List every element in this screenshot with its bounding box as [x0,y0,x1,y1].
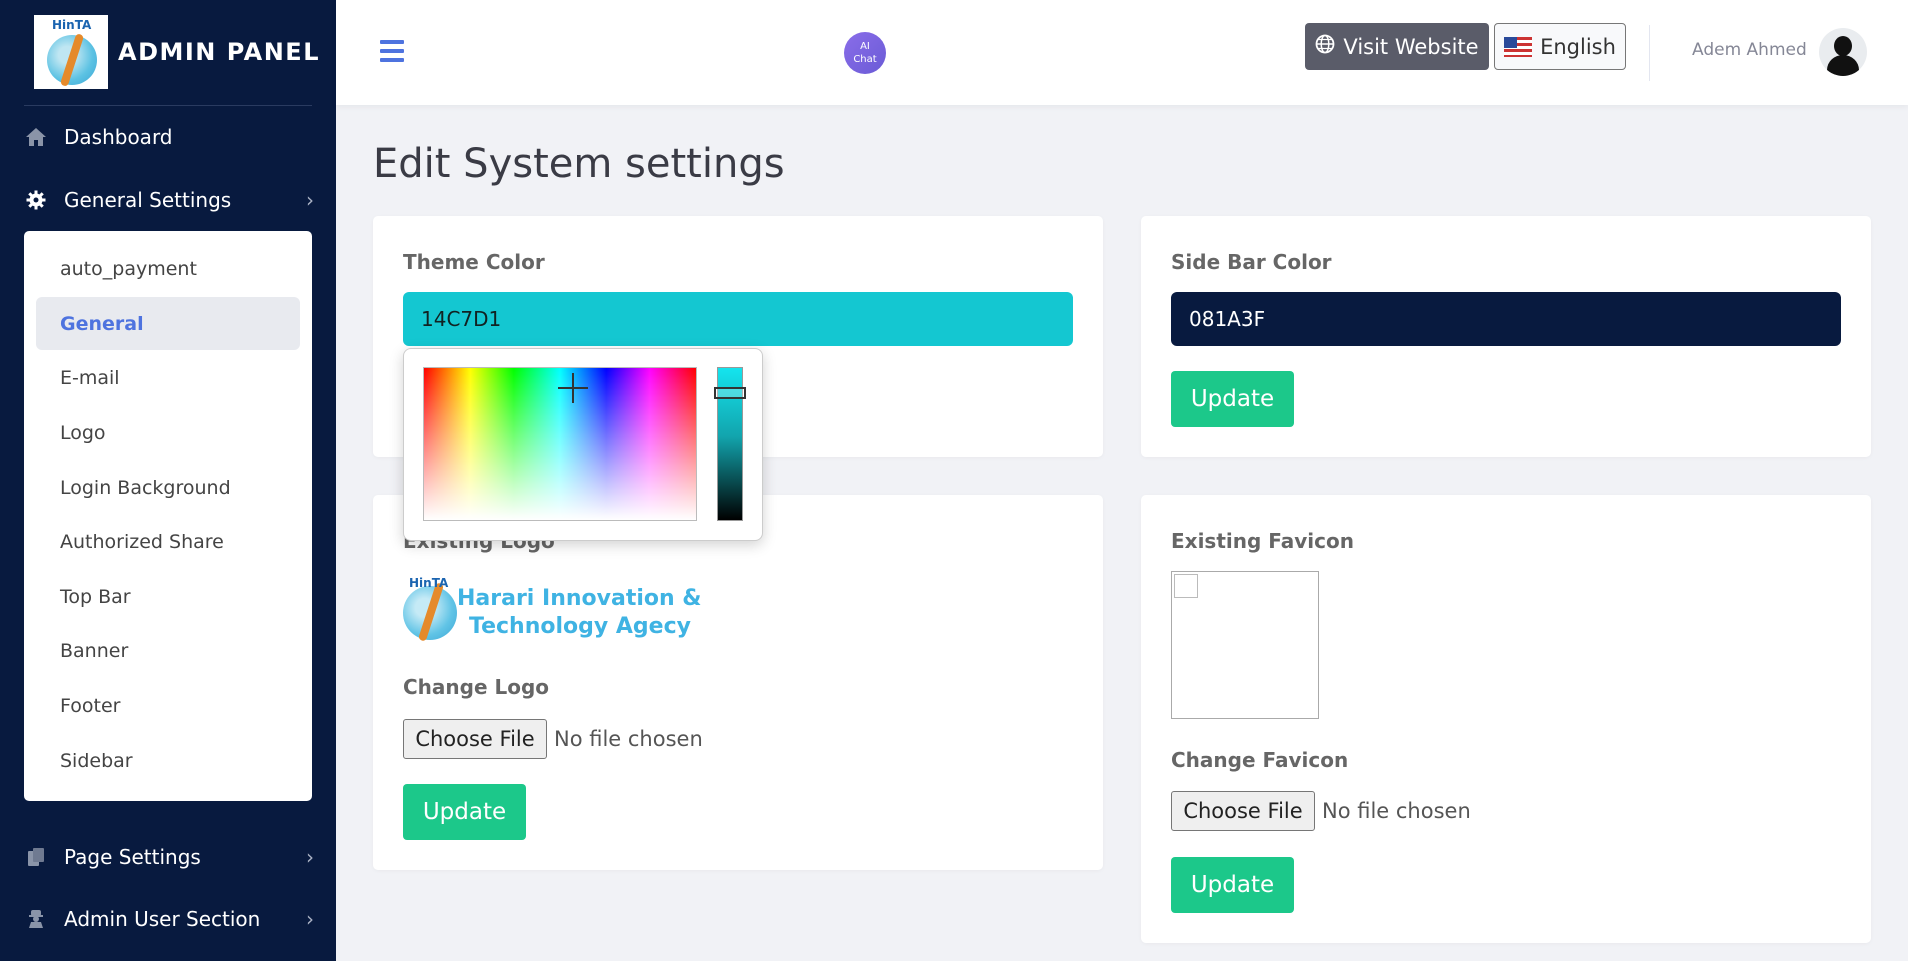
sidebar-item-label: Page Settings [64,845,201,869]
favicon-file-input[interactable]: Choose File No file chosen [1171,791,1471,831]
globe-icon [1315,34,1335,59]
sidebar-item-label: General Settings [64,188,232,212]
logo-text-line1: Harari Innovation & [457,586,702,611]
logo-card: Existing Logo Change Logo Choose File No… [373,495,1103,870]
brand-logo-text: HinTA [52,18,92,32]
logo-text-line2: Technology Agecy [469,614,691,639]
sidebar: HinTA ADMIN PANEL Dashboard General Sett… [0,0,336,961]
chevron-right-icon: › [306,907,314,931]
logo-update-button[interactable]: Update [403,784,526,840]
submenu-general-settings: auto_payment General E-mail Logo Login B… [24,231,312,801]
brand[interactable]: HinTA ADMIN PANEL [34,15,320,89]
no-file-text: No file chosen [1322,799,1471,823]
home-icon [24,125,48,149]
submenu-item-sidebar[interactable]: Sidebar [36,734,300,787]
chevron-right-icon: › [306,845,314,869]
sidebar-color-label: Side Bar Color [1171,250,1332,274]
submenu-item-login-background[interactable]: Login Background [36,461,300,514]
sidebar-item-general-settings[interactable]: General Settings › [24,180,314,220]
sidebar-item-dashboard[interactable]: Dashboard [24,117,314,157]
visit-website-button[interactable]: Visit Website [1305,23,1489,70]
hue-slider-handle[interactable] [714,387,746,399]
sidebar-item-admin-user-section[interactable]: Admin User Section › [24,899,314,939]
favicon-update-button[interactable]: Update [1171,857,1294,913]
existing-favicon-label: Existing Favicon [1171,529,1354,553]
favicon-image-broken [1171,571,1319,719]
topbar: AI Chat Visit Website English Adem Ahmed [336,0,1908,105]
ai-chat-button[interactable]: AI Chat [844,32,886,74]
page-title: Edit System settings [373,141,785,187]
sidebar-color-input[interactable]: 081A3F [1171,292,1841,346]
avatar[interactable] [1819,28,1867,76]
existing-logo-image: HinTA Harari Innovation & Technology Age… [403,576,723,646]
copy-icon [24,845,48,869]
change-logo-label: Change Logo [403,675,550,699]
color-picker-popup [403,348,763,541]
menu-toggle-icon[interactable] [380,40,404,62]
submenu-item-footer[interactable]: Footer [36,679,300,732]
theme-color-label: Theme Color [403,250,545,274]
sidebar-item-label: Dashboard [64,125,173,149]
brand-logo: HinTA [34,15,108,89]
user-secret-icon [24,907,48,931]
no-file-text: No file chosen [554,727,703,751]
choose-file-button[interactable]: Choose File [1171,791,1315,831]
favicon-card: Existing Favicon Change Favicon Choose F… [1141,495,1871,943]
sidebar-item-page-settings[interactable]: Page Settings › [24,837,314,877]
choose-file-button[interactable]: Choose File [403,719,547,759]
language-label: English [1540,34,1616,59]
submenu-item-general[interactable]: General [36,297,300,350]
sidebar-color-update-button[interactable]: Update [1171,371,1294,427]
logo-file-input[interactable]: Choose File No file chosen [403,719,703,759]
brand-title: ADMIN PANEL [118,38,320,66]
us-flag-icon [1504,36,1533,57]
topbar-divider [1649,25,1650,81]
ai-chat-label-line2: Chat [853,54,877,65]
theme-color-input[interactable]: 14C7D1 [403,292,1073,346]
sidebar-divider [24,105,312,106]
visit-website-label: Visit Website [1343,34,1479,59]
logo-mark-text: HinTA [409,576,449,590]
submenu-item-top-bar[interactable]: Top Bar [36,570,300,623]
sidebar-color-card: Side Bar Color 081A3F Update [1141,216,1871,457]
submenu-item-authorized-share[interactable]: Authorized Share [36,515,300,568]
submenu-item-auto-payment[interactable]: auto_payment [36,242,300,295]
sidebar-item-label: Admin User Section [64,907,261,931]
language-selector[interactable]: English [1494,23,1626,70]
submenu-item-banner[interactable]: Banner [36,624,300,677]
ai-chat-label-line1: AI [860,41,870,52]
change-favicon-label: Change Favicon [1171,748,1349,772]
user-name[interactable]: Adem Ahmed [1692,40,1807,60]
color-crosshair-icon[interactable] [558,373,588,403]
submenu-item-email[interactable]: E-mail [36,351,300,404]
chevron-right-icon: › [306,188,314,212]
gear-icon [24,188,48,212]
submenu-item-logo[interactable]: Logo [36,406,300,459]
